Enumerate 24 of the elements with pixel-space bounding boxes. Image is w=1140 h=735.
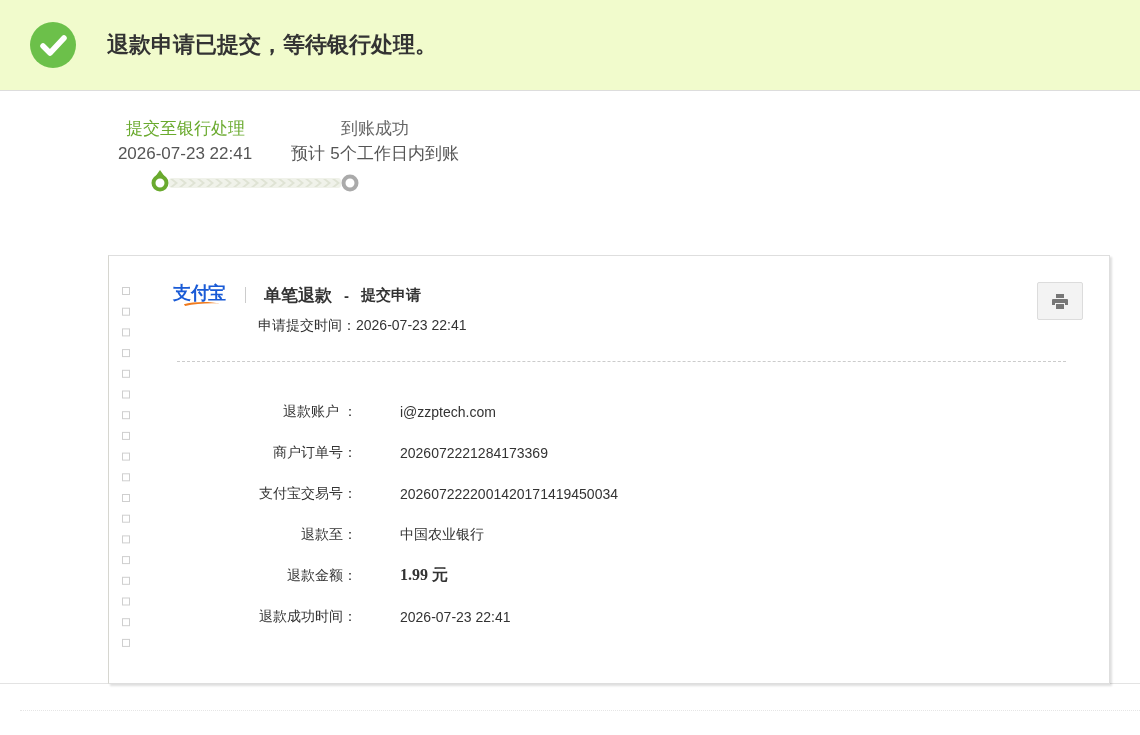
submit-time: 申请提交时间：2026-07-23 22:41 — [258, 316, 468, 335]
field-value: i@zzptech.com — [400, 403, 496, 420]
banner-message: 退款申请已提交，等待银行处理。 — [107, 31, 437, 59]
field-value: 2026072221284173369 — [400, 444, 548, 461]
field-value: 2026072222001420171419450034 — [400, 485, 618, 502]
field-label: 支付宝交易号： — [258, 484, 357, 503]
receipt-title: 单笔退款 — [264, 284, 332, 307]
field-value: 1.99 元 — [400, 565, 448, 585]
step-label: 提交至银行处理 — [124, 118, 246, 140]
field-value: 中国农业银行 — [400, 525, 484, 544]
field-label: 退款账户 ： — [282, 402, 357, 421]
receipt-subtitle: 提交申请 — [361, 285, 421, 305]
field-value: 2026-07-23 22:41 — [400, 608, 511, 625]
step-detail: 预计 5个工作日内到账 — [290, 143, 460, 165]
print-button[interactable] — [1037, 282, 1083, 320]
field-label: 退款成功时间： — [258, 607, 357, 626]
title-dash: - — [344, 286, 349, 304]
printer-icon — [1052, 293, 1068, 309]
logo-wordmark: 支付宝 — [173, 284, 227, 302]
step-detail: 2026-07-23 22:41 — [116, 143, 254, 165]
field-label: 退款至： — [300, 525, 357, 544]
field-label: 商户订单号： — [272, 443, 357, 462]
step-label: 到账成功 — [340, 118, 410, 140]
field-label: 退款金额： — [286, 566, 357, 585]
